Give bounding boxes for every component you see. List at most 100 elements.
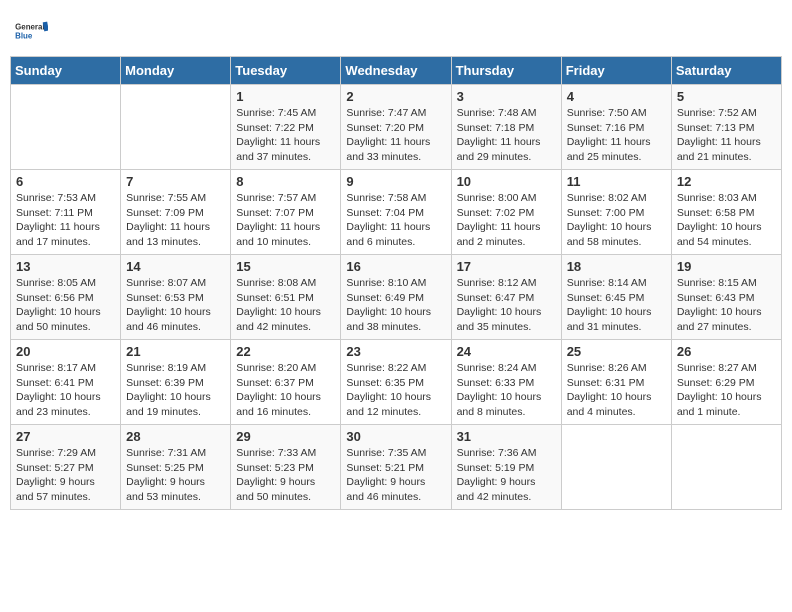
day-number: 9 [346,174,445,189]
calendar-cell: 14 Sunrise: 8:07 AM Sunset: 6:53 PM Dayli… [121,255,231,340]
day-number: 4 [567,89,666,104]
calendar-cell: 30 Sunrise: 7:35 AM Sunset: 5:21 PM Dayli… [341,425,451,510]
column-header-saturday: Saturday [671,57,781,85]
calendar-cell: 24 Sunrise: 8:24 AM Sunset: 6:33 PM Dayli… [451,340,561,425]
day-info: Sunrise: 8:27 AM Sunset: 6:29 PM Dayligh… [677,361,776,420]
column-header-thursday: Thursday [451,57,561,85]
day-number: 16 [346,259,445,274]
calendar-cell: 20 Sunrise: 8:17 AM Sunset: 6:41 PM Dayli… [11,340,121,425]
calendar-cell: 9 Sunrise: 7:58 AM Sunset: 7:04 PM Daylig… [341,170,451,255]
day-info: Sunrise: 7:50 AM Sunset: 7:16 PM Dayligh… [567,106,666,165]
calendar-cell: 8 Sunrise: 7:57 AM Sunset: 7:07 PM Daylig… [231,170,341,255]
day-number: 30 [346,429,445,444]
calendar-cell: 15 Sunrise: 8:08 AM Sunset: 6:51 PM Dayli… [231,255,341,340]
day-number: 6 [16,174,115,189]
calendar-cell: 2 Sunrise: 7:47 AM Sunset: 7:20 PM Daylig… [341,85,451,170]
day-number: 25 [567,344,666,359]
day-info: Sunrise: 8:17 AM Sunset: 6:41 PM Dayligh… [16,361,115,420]
calendar-cell: 21 Sunrise: 8:19 AM Sunset: 6:39 PM Dayli… [121,340,231,425]
calendar-cell: 7 Sunrise: 7:55 AM Sunset: 7:09 PM Daylig… [121,170,231,255]
day-info: Sunrise: 8:05 AM Sunset: 6:56 PM Dayligh… [16,276,115,335]
column-header-tuesday: Tuesday [231,57,341,85]
day-number: 19 [677,259,776,274]
day-number: 26 [677,344,776,359]
day-number: 5 [677,89,776,104]
day-number: 12 [677,174,776,189]
day-info: Sunrise: 7:55 AM Sunset: 7:09 PM Dayligh… [126,191,225,250]
day-number: 13 [16,259,115,274]
calendar-cell: 28Sunrise: 7:31 AM Sunset: 5:25 PM Dayli… [121,425,231,510]
day-info: Sunrise: 8:26 AM Sunset: 6:31 PM Dayligh… [567,361,666,420]
day-number: 23 [346,344,445,359]
calendar-cell: 18 Sunrise: 8:14 AM Sunset: 6:45 PM Dayli… [561,255,671,340]
day-info: Sunrise: 8:07 AM Sunset: 6:53 PM Dayligh… [126,276,225,335]
calendar-cell: 27 Sunrise: 7:29 AM Sunset: 5:27 PM Dayli… [11,425,121,510]
day-info: Sunrise: 8:02 AM Sunset: 7:00 PM Dayligh… [567,191,666,250]
day-number: 7 [126,174,225,189]
day-info: Sunrise: 7:33 AM Sunset: 5:23 PM Dayligh… [236,446,335,505]
day-info: Sunrise: 7:52 AM Sunset: 7:13 PM Dayligh… [677,106,776,165]
day-number: 18 [567,259,666,274]
calendar-cell: 13 Sunrise: 8:05 AM Sunset: 6:56 PM Dayli… [11,255,121,340]
calendar-week-row: 6 Sunrise: 7:53 AM Sunset: 7:11 PM Daylig… [11,170,782,255]
calendar-week-row: 13 Sunrise: 8:05 AM Sunset: 6:56 PM Dayli… [11,255,782,340]
day-number: 8 [236,174,335,189]
calendar-cell: 6 Sunrise: 7:53 AM Sunset: 7:11 PM Daylig… [11,170,121,255]
calendar-cell: 10Sunrise: 8:00 AM Sunset: 7:02 PM Dayli… [451,170,561,255]
day-info: Sunrise: 8:08 AM Sunset: 6:51 PM Dayligh… [236,276,335,335]
calendar-cell: 17 Sunrise: 8:12 AM Sunset: 6:47 PM Dayli… [451,255,561,340]
svg-text:Blue: Blue [15,31,33,40]
calendar-cell: 31Sunrise: 7:36 AM Sunset: 5:19 PM Dayli… [451,425,561,510]
day-number: 20 [16,344,115,359]
day-number: 27 [16,429,115,444]
day-number: 21 [126,344,225,359]
calendar-cell: 26 Sunrise: 8:27 AM Sunset: 6:29 PM Dayli… [671,340,781,425]
calendar-cell [671,425,781,510]
calendar-cell: 22 Sunrise: 8:20 AM Sunset: 6:37 PM Dayli… [231,340,341,425]
day-info: Sunrise: 7:53 AM Sunset: 7:11 PM Dayligh… [16,191,115,250]
day-info: Sunrise: 7:47 AM Sunset: 7:20 PM Dayligh… [346,106,445,165]
day-number: 10 [457,174,556,189]
day-info: Sunrise: 7:57 AM Sunset: 7:07 PM Dayligh… [236,191,335,250]
day-number: 2 [346,89,445,104]
calendar-table: SundayMondayTuesdayWednesdayThursdayFrid… [10,56,782,510]
svg-text:General: General [15,22,45,31]
logo: General Blue [14,14,48,48]
day-number: 14 [126,259,225,274]
day-info: Sunrise: 7:31 AM Sunset: 5:25 PM Dayligh… [126,446,225,505]
day-number: 22 [236,344,335,359]
calendar-week-row: 27 Sunrise: 7:29 AM Sunset: 5:27 PM Dayli… [11,425,782,510]
day-info: Sunrise: 7:48 AM Sunset: 7:18 PM Dayligh… [457,106,556,165]
day-info: Sunrise: 8:03 AM Sunset: 6:58 PM Dayligh… [677,191,776,250]
calendar-week-row: 1 Sunrise: 7:45 AM Sunset: 7:22 PM Daylig… [11,85,782,170]
day-info: Sunrise: 7:58 AM Sunset: 7:04 PM Dayligh… [346,191,445,250]
calendar-cell: 29 Sunrise: 7:33 AM Sunset: 5:23 PM Dayli… [231,425,341,510]
day-info: Sunrise: 8:10 AM Sunset: 6:49 PM Dayligh… [346,276,445,335]
day-info: Sunrise: 8:24 AM Sunset: 6:33 PM Dayligh… [457,361,556,420]
calendar-cell: 4 Sunrise: 7:50 AM Sunset: 7:16 PM Daylig… [561,85,671,170]
day-number: 1 [236,89,335,104]
calendar-cell: 25 Sunrise: 8:26 AM Sunset: 6:31 PM Dayli… [561,340,671,425]
day-number: 24 [457,344,556,359]
day-info: Sunrise: 8:14 AM Sunset: 6:45 PM Dayligh… [567,276,666,335]
calendar-cell: 5 Sunrise: 7:52 AM Sunset: 7:13 PM Daylig… [671,85,781,170]
day-number: 15 [236,259,335,274]
day-info: Sunrise: 8:19 AM Sunset: 6:39 PM Dayligh… [126,361,225,420]
calendar-cell: 3Sunrise: 7:48 AM Sunset: 7:18 PM Daylig… [451,85,561,170]
day-number: 11 [567,174,666,189]
day-info: Sunrise: 8:15 AM Sunset: 6:43 PM Dayligh… [677,276,776,335]
calendar-cell: 23Sunrise: 8:22 AM Sunset: 6:35 PM Dayli… [341,340,451,425]
day-info: Sunrise: 7:29 AM Sunset: 5:27 PM Dayligh… [16,446,115,505]
day-number: 29 [236,429,335,444]
day-info: Sunrise: 7:35 AM Sunset: 5:21 PM Dayligh… [346,446,445,505]
calendar-cell: 1 Sunrise: 7:45 AM Sunset: 7:22 PM Daylig… [231,85,341,170]
column-header-monday: Monday [121,57,231,85]
page-header: General Blue [10,10,782,48]
day-info: Sunrise: 7:45 AM Sunset: 7:22 PM Dayligh… [236,106,335,165]
day-info: Sunrise: 8:20 AM Sunset: 6:37 PM Dayligh… [236,361,335,420]
day-info: Sunrise: 8:12 AM Sunset: 6:47 PM Dayligh… [457,276,556,335]
calendar-cell: 19 Sunrise: 8:15 AM Sunset: 6:43 PM Dayli… [671,255,781,340]
day-number: 17 [457,259,556,274]
calendar-cell [561,425,671,510]
calendar-cell: 16 Sunrise: 8:10 AM Sunset: 6:49 PM Dayli… [341,255,451,340]
